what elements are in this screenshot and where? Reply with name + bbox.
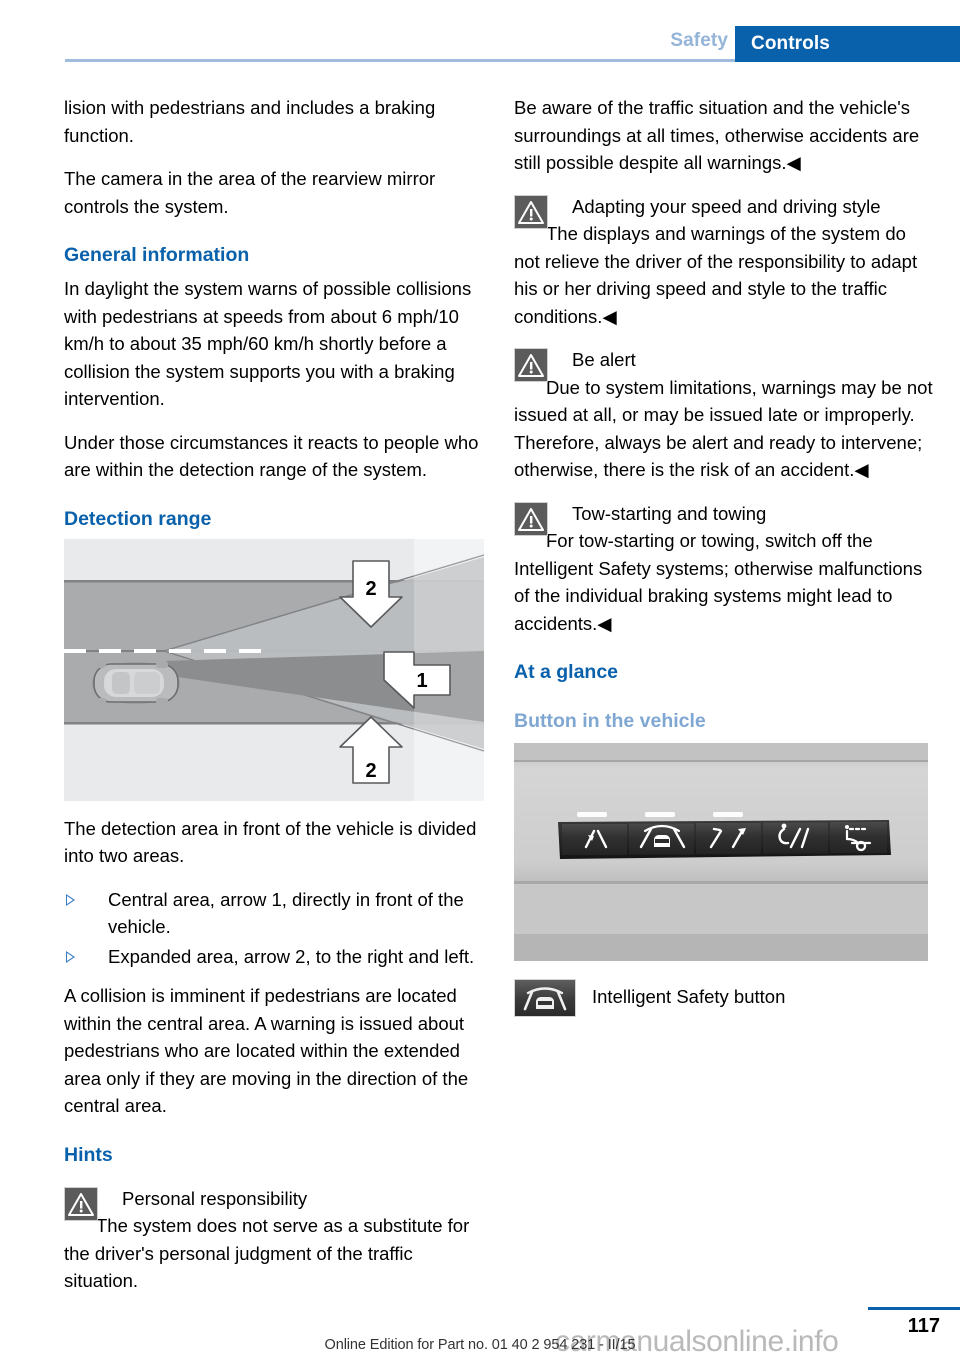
header-chapter-label: Safety [670,30,728,51]
triangle-bullet-icon [66,950,75,963]
list-item: Expanded area, arrow 2, to the right and… [64,943,484,971]
warning-block-tow-starting: Tow-starting and towing For tow-starting… [514,500,934,638]
warning-title: Tow-starting and towing [572,502,767,524]
header-divider-line [65,59,735,62]
footer-edition-note: Online Edition for Part no. 01 40 2 954 … [324,1337,636,1353]
detection-range-diagram: 2 1 2 [64,538,484,801]
warning-title: Personal responsibility [122,1187,308,1209]
heading-button-in-the-vehicle: Button in the vehicle [514,710,706,732]
svg-text:2: 2 [365,578,376,600]
svg-text:1: 1 [416,670,427,692]
warning-body: Due to system limitations, warnings may … [514,376,933,481]
legend-row-intelligent-safety-button: Intelligent Safety button [514,979,934,1017]
heading-general-information: General information [64,244,250,266]
heading-detection-range: Detection range [64,507,212,530]
warning-title: Adapting your speed and driving style [572,195,881,217]
header-section-tab-label: Controls [751,33,830,54]
page-header: Safety Controls [0,0,960,62]
warning-block-personal-responsibility: Personal responsibility The system does … [64,1185,484,1295]
detection-caption: The detection area in front of the vehic… [64,817,477,867]
heading-at-a-glance: At a glance [514,661,619,683]
warning-block-adapting-speed: Adapting your speed and driving style Th… [514,193,934,331]
right-column: Be aware of the traffic situation and th… [514,94,934,1017]
awareness-paragraph: Be aware of the traffic situation and th… [514,97,920,173]
footer-accent-rule [868,1307,960,1310]
warning-body: The displays and warnings of the system … [514,223,918,327]
intro-paragraph-2: The camera in the area of the rearview m… [64,168,436,217]
collision-paragraph: A collision is imminent if pedestrians a… [64,985,469,1116]
warning-body: For tow-starting or towing, switch off t… [514,530,923,634]
general-paragraph-2: Under those circumstances it reacts to p… [64,431,479,481]
intelligent-safety-button-panel-photo [514,743,928,961]
intelligent-safety-button-icon [514,979,576,1017]
warning-triangle-icon [514,194,548,229]
header-section-tab[interactable]: Controls [735,26,960,62]
svg-text:2: 2 [365,760,376,782]
warning-triangle-icon [514,501,548,536]
warning-title: Be alert [572,349,636,370]
warning-body: The system does not serve as a substitut… [64,1215,470,1291]
legend-label: Intelligent Safety button [592,986,786,1007]
list-item-label: Central area, arrow 1, directly in front… [108,888,464,938]
intro-paragraph-1: lision with pedestrians and includes a b… [64,97,436,146]
warning-triangle-icon [64,1186,98,1221]
list-item: Central area, arrow 1, directly in front… [64,886,484,941]
triangle-bullet-icon [66,893,75,906]
general-paragraph-1: In daylight the system warns of possible… [64,278,472,409]
detection-area-bullet-list: Central area, arrow 1, directly in front… [64,886,484,971]
left-column: lision with pedestrians and includes a b… [64,94,484,1311]
page-number: 117 [907,1315,940,1337]
warning-triangle-icon [514,348,548,382]
warning-block-be-alert: Be alert Due to system limitations, warn… [514,346,934,484]
list-item-label: Expanded area, arrow 2, to the right and… [108,945,475,967]
heading-hints: Hints [64,1143,113,1166]
